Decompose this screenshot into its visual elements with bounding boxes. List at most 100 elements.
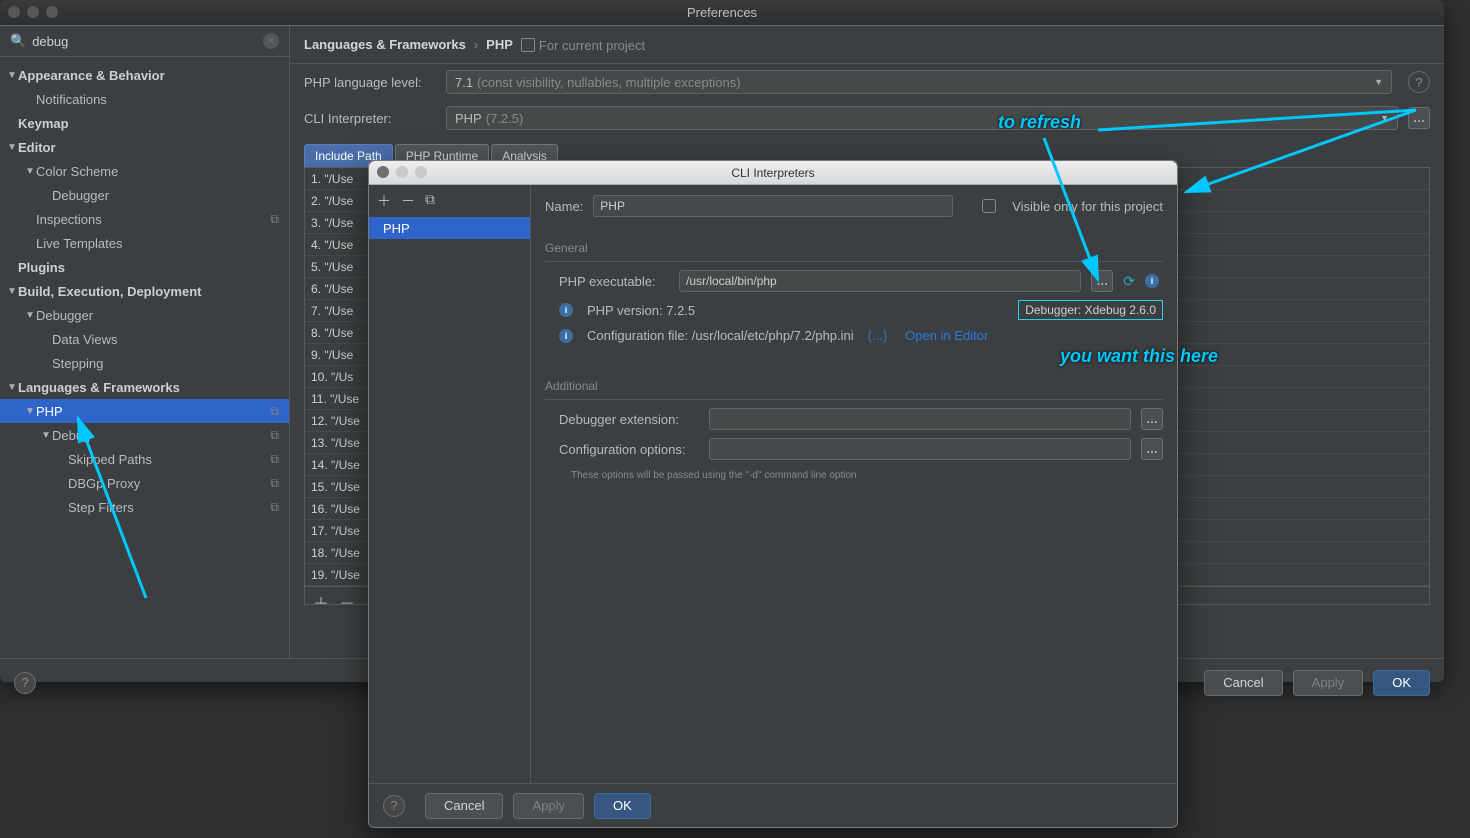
- php-executable-input[interactable]: [679, 270, 1081, 292]
- add-icon[interactable]: ＋: [313, 590, 329, 605]
- project-badge-icon: ⧉: [270, 500, 279, 515]
- conf-ellipsis[interactable]: (...): [868, 328, 888, 343]
- tree-skipped-paths[interactable]: Skipped Paths⧉: [0, 447, 289, 471]
- preferences-titlebar: Preferences: [0, 0, 1444, 26]
- tree-step-filters[interactable]: Step Filters⧉: [0, 495, 289, 519]
- zoom-icon[interactable]: [46, 6, 58, 18]
- tree-data-views[interactable]: Data Views: [0, 327, 289, 351]
- visible-only-label: Visible only for this project: [1012, 199, 1163, 214]
- configuration-options-note: These options will be passed using the "…: [545, 468, 1163, 481]
- tree-langs[interactable]: ▼Languages & Frameworks: [0, 375, 289, 399]
- tree-keymap[interactable]: Keymap: [0, 111, 289, 135]
- scope-label: For current project: [521, 36, 645, 53]
- info-icon: i: [559, 329, 573, 343]
- cli-footer: ? Cancel Apply OK: [369, 783, 1177, 827]
- preferences-title: Preferences: [0, 5, 1444, 20]
- tree-editor[interactable]: ▼Editor: [0, 135, 289, 159]
- tree-debugger-colorscheme[interactable]: Debugger: [0, 183, 289, 207]
- breadcrumb: Languages & Frameworks › PHP For current…: [290, 26, 1444, 64]
- refresh-icon[interactable]: ⟳: [1123, 273, 1135, 290]
- configuration-options-label: Configuration options:: [559, 442, 699, 457]
- tree-inspections[interactable]: Inspections⧉: [0, 207, 289, 231]
- tree-stepping[interactable]: Stepping: [0, 351, 289, 375]
- php-executable-label: PHP executable:: [559, 274, 669, 289]
- project-badge-icon: ⧉: [270, 476, 279, 491]
- tree-php[interactable]: ▼PHP⧉: [0, 399, 289, 423]
- breadcrumb-root: Languages & Frameworks: [304, 37, 466, 52]
- debugger-extension-row: Debugger extension: …: [545, 408, 1163, 430]
- open-in-editor-link[interactable]: Open in Editor: [905, 328, 988, 343]
- cli-interpreters-dialog: CLI Interpreters ＋ － ⧉ PHP Name: Visible…: [368, 160, 1178, 828]
- configuration-file-row: i Configuration file: /usr/local/etc/php…: [545, 328, 1163, 343]
- debugger-extension-input[interactable]: [709, 408, 1131, 430]
- sidebar-search[interactable]: 🔍 ✕: [0, 26, 289, 57]
- tree-appearance[interactable]: ▼Appearance & Behavior: [0, 63, 289, 87]
- apply-button[interactable]: Apply: [513, 793, 584, 819]
- tree-debugger[interactable]: ▼Debugger: [0, 303, 289, 327]
- add-icon[interactable]: ＋: [377, 191, 391, 211]
- visible-only-checkbox[interactable]: [982, 199, 996, 213]
- cli-titlebar: CLI Interpreters: [369, 161, 1177, 185]
- clear-icon[interactable]: ✕: [263, 33, 279, 49]
- copy-icon[interactable]: ⧉: [425, 191, 435, 211]
- cancel-button[interactable]: Cancel: [1204, 670, 1282, 696]
- tree-plugins[interactable]: Plugins: [0, 255, 289, 279]
- preferences-sidebar: 🔍 ✕ ▼Appearance & Behavior Notifications…: [0, 26, 290, 658]
- project-badge-icon: ⧉: [270, 404, 279, 419]
- traffic-lights[interactable]: [8, 6, 58, 18]
- php-version-text: PHP version: 7.2.5: [587, 303, 695, 318]
- search-icon: 🔍: [10, 33, 26, 49]
- tree-bed[interactable]: ▼Build, Execution, Deployment: [0, 279, 289, 303]
- ok-button[interactable]: OK: [594, 793, 651, 819]
- chevron-down-icon: ▼: [1374, 77, 1383, 87]
- general-section-header: General: [545, 241, 1163, 262]
- configuration-file-text: Configuration file: /usr/local/etc/php/7…: [587, 328, 854, 343]
- chevron-right-icon: ›: [474, 37, 478, 52]
- tree-color-scheme[interactable]: ▼Color Scheme: [0, 159, 289, 183]
- tree-debug[interactable]: ▼Debug⧉: [0, 423, 289, 447]
- project-badge-icon: ⧉: [270, 452, 279, 467]
- close-icon[interactable]: [8, 6, 20, 18]
- help-icon[interactable]: ?: [383, 795, 405, 817]
- cancel-button[interactable]: Cancel: [425, 793, 503, 819]
- php-language-level-label: PHP language level:: [304, 75, 436, 90]
- cli-interpreter-list: PHP: [369, 217, 530, 783]
- configuration-options-row: Configuration options: …: [545, 438, 1163, 460]
- php-language-level-row: PHP language level: 7.1 (const visibilit…: [290, 64, 1444, 100]
- php-language-level-select[interactable]: 7.1 (const visibility, nullables, multip…: [446, 70, 1392, 94]
- zoom-icon[interactable]: [415, 166, 427, 178]
- apply-button[interactable]: Apply: [1293, 670, 1364, 696]
- tree-notifications[interactable]: Notifications: [0, 87, 289, 111]
- tree-live-templates[interactable]: Live Templates: [0, 231, 289, 255]
- cli-list-item-php[interactable]: PHP: [369, 217, 530, 239]
- cli-name-input[interactable]: [593, 195, 953, 217]
- tree-dbgp-proxy[interactable]: DBGp Proxy⧉: [0, 471, 289, 495]
- cli-name-label: Name:: [545, 199, 583, 214]
- cli-details-panel: Name: Visible only for this project Gene…: [531, 185, 1177, 783]
- php-executable-row: PHP executable: … ⟳ i: [545, 270, 1163, 292]
- cli-interpreter-row: CLI Interpreter: PHP (7.2.5) ▼ …: [290, 100, 1444, 136]
- browse-button[interactable]: …: [1091, 270, 1113, 292]
- help-icon[interactable]: ?: [1408, 71, 1430, 93]
- configuration-options-input[interactable]: [709, 438, 1131, 460]
- cli-name-row: Name: Visible only for this project: [545, 195, 1163, 217]
- debugger-extension-label: Debugger extension:: [559, 412, 699, 427]
- traffic-lights[interactable]: [377, 166, 427, 178]
- additional-section-header: Additional: [545, 379, 1163, 400]
- ok-button[interactable]: OK: [1373, 670, 1430, 696]
- browse-button[interactable]: …: [1141, 408, 1163, 430]
- settings-tree: ▼Appearance & Behavior Notifications Key…: [0, 57, 289, 658]
- browse-button[interactable]: …: [1408, 107, 1430, 129]
- close-icon[interactable]: [377, 166, 389, 178]
- cli-interpreter-select[interactable]: PHP (7.2.5) ▼: [446, 106, 1398, 130]
- help-icon[interactable]: ?: [14, 672, 36, 694]
- remove-icon[interactable]: －: [401, 191, 415, 211]
- php-version-row: i PHP version: 7.2.5 Debugger: Xdebug 2.…: [545, 300, 1163, 320]
- minimize-icon[interactable]: [396, 166, 408, 178]
- search-input[interactable]: [32, 34, 257, 49]
- minimize-icon[interactable]: [27, 6, 39, 18]
- browse-button[interactable]: …: [1141, 438, 1163, 460]
- remove-icon[interactable]: －: [339, 590, 355, 605]
- breadcrumb-leaf: PHP: [486, 37, 513, 52]
- info-icon[interactable]: i: [1145, 274, 1159, 288]
